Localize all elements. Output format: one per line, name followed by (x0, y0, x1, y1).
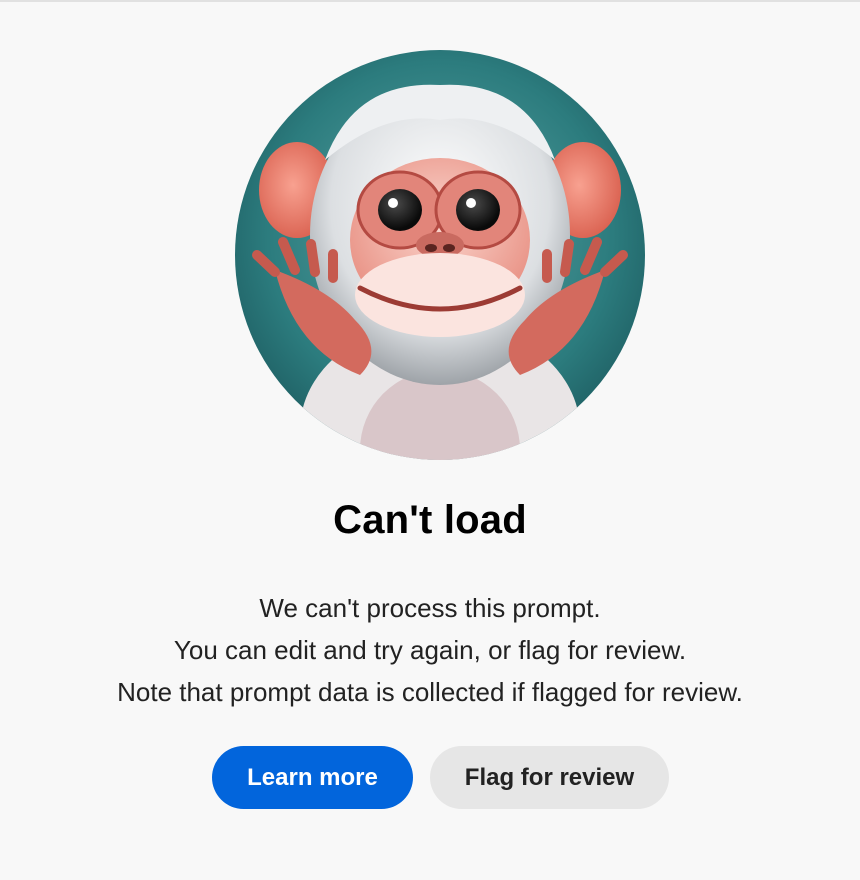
error-message-line: You can edit and try again, or flag for … (173, 635, 687, 665)
top-divider (0, 0, 860, 2)
error-message-line: Note that prompt data is collected if fl… (117, 677, 743, 707)
flag-for-review-button[interactable]: Flag for review (430, 746, 669, 809)
monkey-icon (235, 50, 645, 460)
monkey-illustration (235, 50, 645, 460)
learn-more-button[interactable]: Learn more (212, 746, 413, 809)
error-message-line: We can't process this prompt. (259, 593, 601, 623)
action-buttons: Learn more Flag for review (212, 746, 669, 809)
error-message: We can't process this prompt. You can ed… (0, 587, 860, 713)
error-title: Can't load (333, 498, 527, 542)
